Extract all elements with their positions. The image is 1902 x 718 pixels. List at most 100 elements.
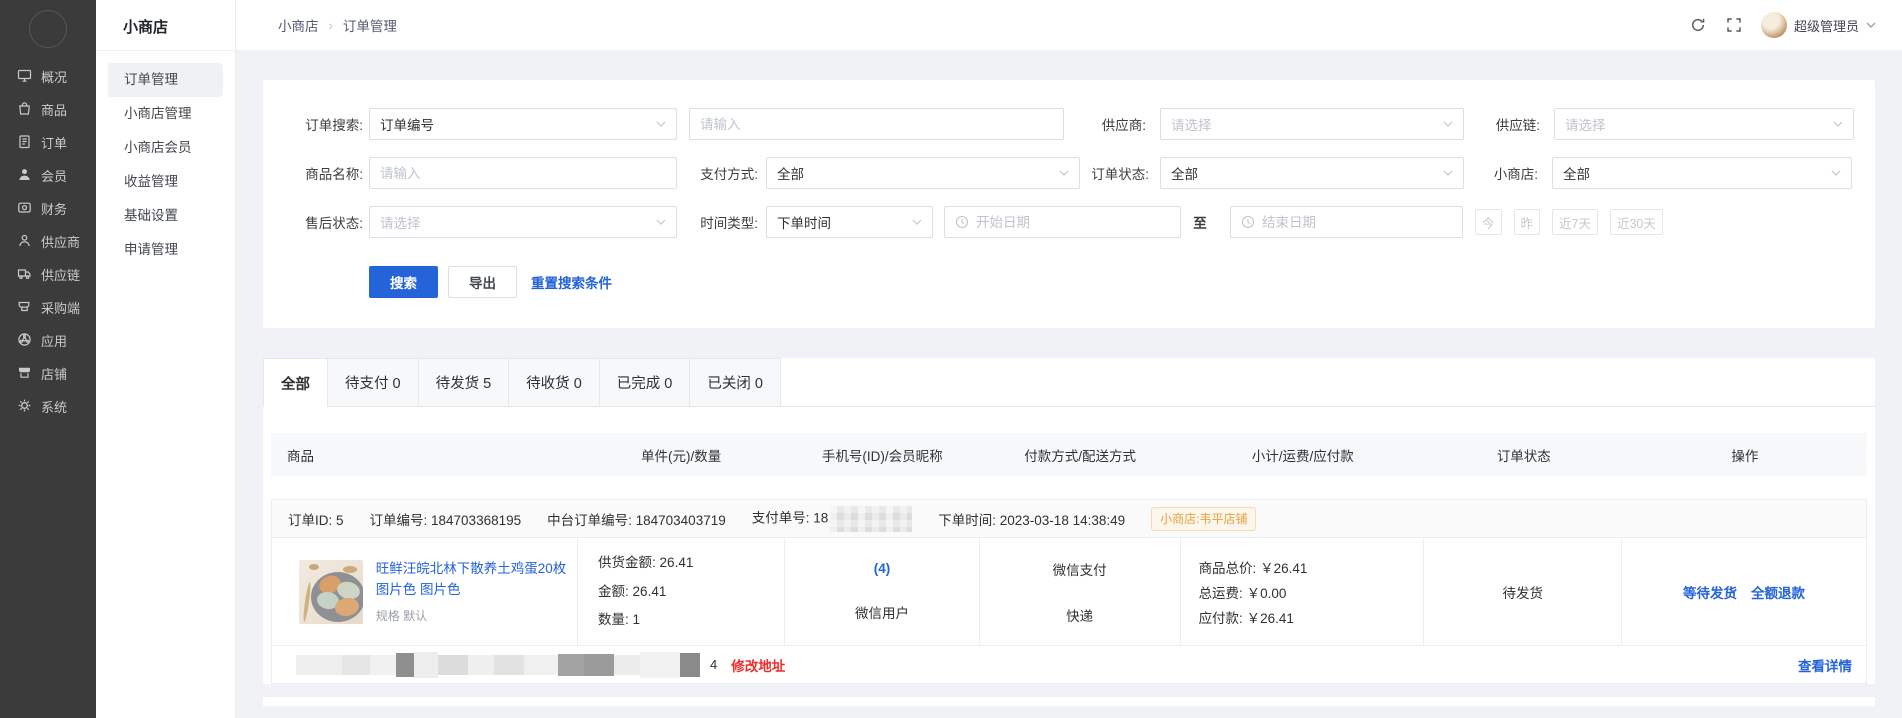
sidebar-item-procurement[interactable]: 采购端: [0, 291, 96, 324]
payable-amount: 应付款: ￥26.41: [1199, 607, 1424, 627]
breadcrumb-shop[interactable]: 小商店: [278, 15, 319, 35]
quick-range-7days-button[interactable]: 近7天: [1552, 209, 1598, 235]
chevron-down-icon: [1443, 170, 1453, 176]
edit-address-link[interactable]: 修改地址: [731, 655, 785, 675]
buyer-id-link[interactable]: (4): [874, 561, 891, 576]
chevron-down-icon: [656, 121, 666, 127]
sidebar-item-goods[interactable]: 商品: [0, 93, 96, 126]
sidebar-item-label: 供应商: [41, 232, 80, 251]
submenu-item-application-management[interactable]: 申请管理: [108, 233, 223, 267]
quick-range-today-button[interactable]: 今: [1475, 209, 1502, 235]
time-type-select[interactable]: 下单时间: [766, 206, 933, 238]
tab-closed[interactable]: 已关闭 0: [690, 358, 781, 406]
chevron-down-icon: [1831, 170, 1841, 176]
sidebar-item-apps[interactable]: 应用: [0, 324, 96, 357]
order-number: 订单编号: 184703368195: [370, 509, 522, 529]
sidebar-item-orders[interactable]: 订单: [0, 126, 96, 159]
sidebar-item-system[interactable]: 系统: [0, 390, 96, 423]
fullscreen-icon[interactable]: [1725, 16, 1743, 34]
order-status-value: 全部: [1171, 163, 1198, 183]
tab-pending-payment[interactable]: 待支付 0: [328, 358, 419, 406]
start-date-input[interactable]: [976, 215, 1170, 230]
aftersale-placeholder: 请选择: [380, 212, 421, 232]
time-type-label: 时间类型:: [689, 212, 758, 232]
tab-pending-shipment[interactable]: 待发货 5: [419, 358, 510, 406]
col-order-status: 订单状态: [1425, 445, 1623, 465]
time-type-value: 下单时间: [777, 212, 831, 232]
pay-method-select[interactable]: 全部: [766, 157, 1080, 189]
dashboard-icon: [17, 68, 32, 86]
order-status-select[interactable]: 全部: [1160, 157, 1464, 189]
supplier-select[interactable]: 请选择: [1160, 108, 1464, 140]
reset-filters-link[interactable]: 重置搜索条件: [531, 272, 612, 292]
shop-select[interactable]: 全部: [1552, 157, 1852, 189]
submenu-item-shop-management[interactable]: 小商店管理: [108, 97, 223, 131]
buyer-nickname: 微信用户: [855, 602, 909, 622]
date-range-to-label: 至: [1193, 212, 1207, 232]
chevron-down-icon: [1059, 170, 1069, 176]
submenu-item-revenue-management[interactable]: 收益管理: [108, 165, 223, 199]
refresh-icon[interactable]: [1689, 16, 1707, 34]
sidebar-item-supplier[interactable]: 供应商: [0, 225, 96, 258]
order-id: 订单ID: 5: [288, 509, 344, 529]
product-spec: 规格 默认: [376, 607, 567, 624]
sidebar-item-members[interactable]: 会员: [0, 159, 96, 192]
start-date-picker[interactable]: [944, 206, 1181, 238]
tab-pending-receipt[interactable]: 待收货 0: [509, 358, 600, 406]
product-name-label: 商品名称:: [283, 163, 363, 183]
product-title-link[interactable]: 旺鲜汪皖北林下散养土鸡蛋20枚 图片色 图片色: [376, 559, 567, 601]
order-search-type-select[interactable]: 订单编号: [369, 108, 677, 140]
sidebar-item-label: 应用: [41, 331, 67, 350]
redacted-payment-number: [830, 506, 912, 532]
primary-sidebar: 概况 商品 订单 会员 财务 供应商 供应链 采购端: [0, 0, 96, 718]
quantity: 数量: 1: [598, 610, 784, 630]
quick-range-30days-button[interactable]: 近30天: [1610, 209, 1663, 235]
chevron-down-icon: [1833, 121, 1843, 127]
submenu-item-shop-members[interactable]: 小商店会员: [108, 131, 223, 165]
order-status-tabs: 全部 待支付 0 待发货 5 待收货 0 已完成 0 已关闭 0: [263, 358, 1875, 407]
freight-total: 总运费: ￥0.00: [1199, 582, 1424, 602]
sidebar-item-label: 商品: [41, 100, 67, 119]
product-name-input[interactable]: [369, 157, 677, 189]
order-search-input[interactable]: [689, 108, 1064, 140]
sidebar-item-label: 订单: [41, 133, 67, 152]
content-area: 订单搜索: 订单编号 供应商: 请选择 供应链: 请选择: [236, 50, 1902, 718]
export-button[interactable]: 导出: [448, 266, 517, 298]
sidebar-item-finance[interactable]: 财务: [0, 192, 96, 225]
quick-range-yesterday-button[interactable]: 昨: [1514, 209, 1541, 235]
aftersale-status-select[interactable]: 请选择: [369, 206, 677, 238]
breadcrumb: 小商店 › 订单管理: [278, 15, 397, 35]
supply-chain-select[interactable]: 请选择: [1554, 108, 1854, 140]
submenu-item-basic-settings[interactable]: 基础设置: [108, 199, 223, 233]
end-date-input[interactable]: [1262, 215, 1452, 230]
payment-delivery-cell: 微信支付 快递: [980, 538, 1181, 645]
tab-completed[interactable]: 已完成 0: [600, 358, 691, 406]
full-refund-link[interactable]: 全额退款: [1751, 582, 1805, 602]
view-detail-link[interactable]: 查看详情: [1798, 655, 1852, 675]
sidebar-item-supply-chain[interactable]: 供应链: [0, 258, 96, 291]
end-date-picker[interactable]: [1230, 206, 1463, 238]
sidebar-item-shop[interactable]: 店铺: [0, 357, 96, 390]
user-menu[interactable]: 超级管理员: [1761, 12, 1876, 38]
product-image[interactable]: [299, 560, 363, 624]
tab-all[interactable]: 全部: [263, 358, 328, 407]
search-button[interactable]: 搜索: [369, 266, 438, 298]
secondary-sidebar: 小商店 订单管理 小商店管理 小商店会员 收益管理 基础设置 申请管理: [96, 0, 236, 718]
shop-icon: [17, 365, 32, 383]
product-cell: 旺鲜汪皖北林下散养土鸡蛋20枚 图片色 图片色 规格 默认: [272, 538, 578, 645]
mid-platform-order-number: 中台订单编号: 184703403719: [547, 509, 726, 529]
submenu-item-order-management[interactable]: 订单管理: [108, 63, 223, 97]
chevron-down-icon: [912, 219, 922, 225]
sidebar-item-label: 财务: [41, 199, 67, 218]
pay-method-value: 全部: [777, 163, 804, 183]
user-avatar: [1761, 12, 1787, 38]
topbar: 小商店 › 订单管理 超级管理员: [236, 0, 1902, 50]
sidebar-item-overview[interactable]: 概况: [0, 60, 96, 93]
chevron-down-icon: [656, 219, 666, 225]
await-shipment-link[interactable]: 等待发货: [1683, 582, 1737, 602]
supply-chain-label: 供应链:: [1470, 114, 1540, 134]
workspace-avatar[interactable]: [29, 10, 67, 48]
masked-phone-tail: 4: [710, 657, 717, 672]
order-status-label: 订单状态:: [1083, 163, 1149, 183]
supplier-label: 供应商:: [1076, 114, 1146, 134]
